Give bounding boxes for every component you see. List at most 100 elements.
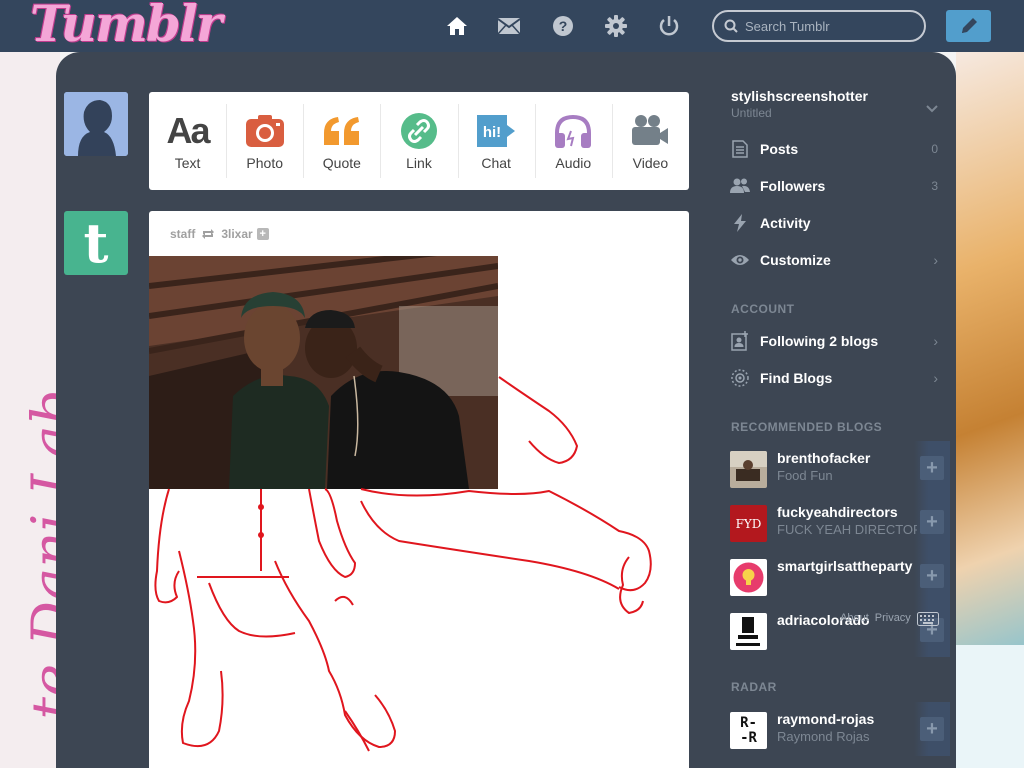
post-type-link[interactable]: Link [380,92,457,190]
lightning-icon [730,213,750,233]
footer-links: About Privacy [840,612,911,624]
plus-icon: + [920,717,944,741]
post-header: staff 3lixar + [170,227,269,241]
follow-button[interactable]: + [914,549,950,603]
background-left: te Dani Lab [0,52,85,768]
radar-blog[interactable]: R- -R raymond-rojas Raymond Rojas + [720,702,956,756]
svg-text:hi!: hi! [483,124,501,141]
recommended-blog-avatar [730,559,767,596]
plus-icon: + [920,456,944,480]
search-box[interactable] [712,10,926,42]
sidebar-item-label: Following 2 blogs [760,332,879,349]
follow-button[interactable]: + [914,441,950,495]
avatar[interactable] [64,92,128,156]
post-author[interactable]: staff [170,227,195,241]
post-type-label: Quote [322,155,361,171]
recommended-blog-name: brenthofacker [777,450,871,466]
post-type-label: Text [174,155,201,171]
compass-icon [730,368,750,388]
tumblr-radar-tile[interactable]: t [64,211,128,275]
sidebar: stylishscreenshotter Untitled Posts 0 Fo… [720,52,956,768]
radar-blog-avatar: R- -R [730,712,767,749]
dashboard-post: staff 3lixar + [149,211,689,768]
post-type-label: Audio [555,155,592,171]
sidebar-heading-account: ACCOUNT [731,302,795,316]
radar-blog-name: raymond-rojas [777,711,875,727]
post-type-audio[interactable]: Audio [534,92,612,190]
sidebar-blog-subtitle: Untitled [731,106,772,120]
sidebar-item-followers[interactable]: Followers 3 [720,167,956,204]
sidebar-heading-recommended: RECOMMENDED BLOGS [731,420,883,434]
post-type-label: Chat [481,155,511,171]
sidebar-item-find-blogs[interactable]: Find Blogs › [720,359,956,396]
plus-icon: + [920,564,944,588]
recommended-blog-name: fuckyeahdirectors [777,504,898,520]
sidebar-item-label: Followers [760,177,826,194]
compose-button[interactable] [946,10,991,42]
radar-blog-subtitle: Raymond Rojas [777,729,870,744]
chevron-down-icon[interactable] [926,100,938,118]
sidebar-item-label: Posts [760,140,799,157]
reblog-icon [201,228,215,240]
settings-icon[interactable] [604,14,628,38]
footer-link-privacy[interactable]: Privacy [875,612,911,624]
posts-icon [730,139,750,159]
svg-text:?: ? [559,18,568,34]
sidebar-item-count: 0 [931,141,938,156]
post-type-label: Photo [246,155,283,171]
chat-icon: hi! [475,111,517,151]
recommended-blog[interactable]: FYD fuckyeahdirectors FUCK YEAH DIRECTOR… [720,495,956,549]
quote-icon [322,111,362,151]
post-type-photo[interactable]: Photo [226,92,303,190]
post-type-bar: Aa Text Photo Quote Link hi! Chat Audio [149,92,689,190]
sidebar-item-label: Activity [760,214,811,231]
recommended-blog-avatar [730,451,767,488]
post-type-chat[interactable]: hi! Chat [457,92,535,190]
post-type-quote[interactable]: Quote [303,92,380,190]
sidebar-item-activity[interactable]: Activity [720,204,956,241]
tumblr-logo[interactable]: Tumblr [30,0,222,53]
top-header: Tumblr ? [0,0,1024,53]
sidebar-item-count: 3 [931,178,938,193]
sidebar-item-following[interactable]: Following 2 blogs › [720,322,956,359]
sidebar-heading-radar: RADAR [731,680,777,694]
followers-icon [730,176,750,196]
mail-icon[interactable] [497,14,521,38]
recommended-blog[interactable]: smartgirlsattheparty + [720,549,956,603]
home-icon[interactable] [445,14,469,38]
eye-icon [730,250,750,270]
footer-link-about[interactable]: About [840,612,869,624]
red-line-drawing [154,376,652,752]
help-icon[interactable]: ? [551,14,575,38]
keyboard-icon[interactable] [917,612,939,631]
power-icon[interactable] [657,14,681,38]
post-type-text[interactable]: Aa Text [149,92,226,190]
link-icon [400,111,438,151]
sidebar-item-label: Customize [760,251,831,268]
recommended-blog-subtitle: FUCK YEAH DIRECTORS [777,522,917,537]
tumblr-t-icon: t [83,211,109,275]
recommended-blog-avatar: FYD [730,505,767,542]
follow-button[interactable]: + [914,495,950,549]
follow-plus-icon[interactable]: + [256,228,269,240]
post-type-label: Link [406,155,432,171]
recommended-blog-avatar [730,613,767,650]
pencil-icon [961,18,977,33]
search-icon [724,19,738,33]
plus-icon: + [920,510,944,534]
post-type-label: Video [632,155,669,171]
recommended-blog[interactable]: brenthofacker Food Fun + [720,441,956,495]
follow-button[interactable]: + [914,702,950,756]
search-input[interactable] [745,18,905,34]
sidebar-blog[interactable]: stylishscreenshotter Untitled [731,88,868,120]
sidebar-item-posts[interactable]: Posts 0 [720,130,956,167]
sidebar-item-customize[interactable]: Customize › [720,241,956,278]
chevron-right-icon: › [933,332,938,349]
recommended-blog-subtitle: Food Fun [777,468,833,483]
post-type-video[interactable]: Video [611,92,689,190]
sidebar-blog-name: stylishscreenshotter [731,88,868,104]
sidebar-item-label: Find Blogs [760,369,833,386]
video-camera-icon [630,111,670,151]
recommended-blog-name: smartgirlsattheparty [777,558,913,574]
post-reblogged-from[interactable]: 3lixar [221,227,252,241]
